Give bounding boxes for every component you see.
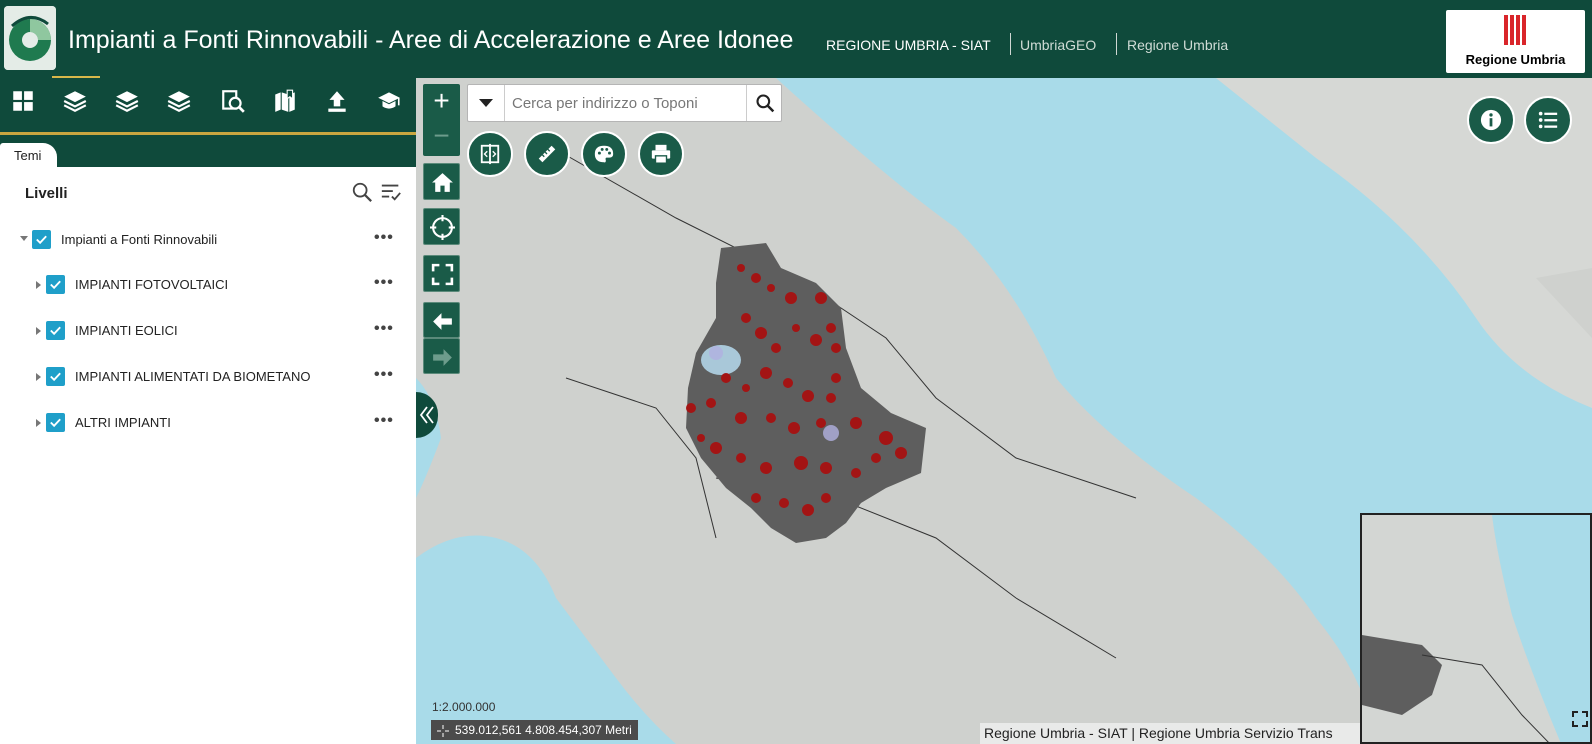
- panel-title: Livelli: [25, 185, 68, 202]
- layer-list-panel: Livelli Impianti a Fonti Rinnovabili •••…: [0, 167, 420, 744]
- app-logo: [4, 6, 56, 70]
- search-button[interactable]: [746, 85, 782, 121]
- double-chevron-left-icon: [419, 406, 434, 424]
- brand-label: Regione Umbria: [1465, 52, 1566, 67]
- layer-checkbox[interactable]: [46, 367, 65, 386]
- info-icon: [1480, 109, 1502, 131]
- expand-overview-icon[interactable]: [1571, 710, 1589, 728]
- arrow-left-icon: [433, 313, 452, 330]
- layer-label: Impianti a Fonti Rinnovabili: [61, 232, 218, 247]
- home-button[interactable]: [423, 163, 460, 200]
- scale-label: 1:2.000.000: [432, 700, 496, 714]
- more-options-icon[interactable]: •••: [374, 366, 394, 384]
- arrow-right-icon: [433, 349, 452, 366]
- expand-arrow-icon[interactable]: [36, 373, 41, 381]
- home-icon: [432, 173, 453, 192]
- ruler-icon: [538, 145, 556, 163]
- layer-checkbox[interactable]: [46, 275, 65, 294]
- layer-label: IMPIANTI ALIMENTATI DA BIOMETANO: [75, 369, 311, 384]
- swipe-compare-icon: [480, 143, 500, 165]
- layer-label: ALTRI IMPIANTI: [75, 415, 171, 430]
- palette-icon: [594, 145, 614, 163]
- filter-list-icon[interactable]: [379, 181, 403, 203]
- layer-row[interactable]: IMPIANTI EOLICI •••: [0, 318, 416, 346]
- layers-icon[interactable]: [62, 88, 88, 114]
- regione-umbria-emblem-icon: [1504, 15, 1526, 45]
- link-regione-umbria[interactable]: Regione Umbria: [1127, 37, 1228, 53]
- header-divider: [1010, 33, 1011, 55]
- app-header: Impianti a Fonti Rinnovabili - Aree di A…: [0, 0, 1592, 79]
- coordinates-text: 539.012,561 4.808.454,307 Metri: [455, 723, 632, 737]
- map-attribution: Regione Umbria - SIAT | Regione Umbria S…: [980, 723, 1362, 744]
- draw-button[interactable]: [581, 131, 627, 177]
- more-options-icon[interactable]: •••: [374, 320, 394, 338]
- search-input[interactable]: [512, 92, 740, 114]
- search-source-dropdown[interactable]: [468, 85, 505, 121]
- legend-button[interactable]: [1524, 96, 1572, 144]
- next-extent-button[interactable]: [423, 338, 460, 374]
- expand-arrow-icon[interactable]: [36, 281, 41, 289]
- layer-row[interactable]: IMPIANTI FOTOVOLTAICI •••: [0, 272, 416, 300]
- print-hat-icon[interactable]: [376, 88, 402, 114]
- expand-arrow-icon[interactable]: [36, 327, 41, 335]
- layer-label: IMPIANTI EOLICI: [75, 323, 178, 338]
- info-button[interactable]: [1467, 96, 1515, 144]
- search-icon[interactable]: [351, 181, 373, 203]
- list-icon: [1538, 111, 1558, 129]
- regione-umbria-logo[interactable]: Regione Umbria: [1446, 10, 1585, 73]
- locate-icon: [430, 215, 455, 240]
- locate-button[interactable]: [423, 208, 460, 245]
- query-icon[interactable]: [220, 88, 246, 114]
- zoom-control: + −: [423, 84, 460, 156]
- coordinates-readout[interactable]: 539.012,561 4.808.454,307 Metri: [431, 720, 638, 740]
- panel-tabs: Temi: [0, 135, 420, 167]
- crosshair-icon: [437, 725, 449, 737]
- fullscreen-button[interactable]: [423, 255, 460, 292]
- tab-temi[interactable]: Temi: [0, 143, 58, 167]
- measure-button[interactable]: [524, 131, 570, 177]
- link-regione-umbria-siat[interactable]: REGIONE UMBRIA - SIAT: [826, 37, 991, 53]
- basemap-layers-icon[interactable]: [114, 88, 140, 114]
- more-options-icon[interactable]: •••: [374, 274, 394, 292]
- print-button[interactable]: [638, 131, 684, 177]
- layer-checkbox[interactable]: [32, 230, 51, 249]
- widgets-grid-icon[interactable]: [10, 88, 36, 114]
- widget-toolbar: [0, 78, 420, 134]
- upload-icon[interactable]: [324, 88, 350, 114]
- link-umbriageo[interactable]: UmbriaGEO: [1020, 37, 1096, 53]
- layer-row[interactable]: ALTRI IMPIANTI •••: [0, 410, 416, 438]
- layer-checkbox[interactable]: [46, 413, 65, 432]
- zoom-out-button[interactable]: −: [425, 120, 458, 153]
- search-icon: [756, 94, 775, 113]
- overview-map[interactable]: [1360, 513, 1592, 744]
- geocoder-search: [467, 84, 782, 122]
- bookmark-icon[interactable]: [272, 88, 298, 114]
- layers-alt-icon[interactable]: [166, 88, 192, 114]
- swipe-button[interactable]: [467, 131, 513, 177]
- collapse-arrow-icon[interactable]: [20, 236, 28, 241]
- previous-extent-button[interactable]: [423, 302, 460, 338]
- printer-icon: [651, 144, 671, 164]
- layer-row[interactable]: IMPIANTI ALIMENTATI DA BIOMETANO •••: [0, 364, 416, 392]
- overview-map-terrain: [1362, 515, 1590, 742]
- layer-checkbox[interactable]: [46, 321, 65, 340]
- fullscreen-icon: [431, 263, 454, 286]
- layer-label: IMPIANTI FOTOVOLTAICI: [75, 277, 229, 292]
- expand-arrow-icon[interactable]: [36, 419, 41, 427]
- app-title: Impianti a Fonti Rinnovabili - Aree di A…: [68, 26, 794, 54]
- header-divider: [1116, 33, 1117, 55]
- more-options-icon[interactable]: •••: [374, 229, 394, 247]
- layer-group-row[interactable]: Impianti a Fonti Rinnovabili •••: [0, 227, 416, 255]
- more-options-icon[interactable]: •••: [374, 412, 394, 430]
- zoom-in-button[interactable]: +: [425, 85, 458, 118]
